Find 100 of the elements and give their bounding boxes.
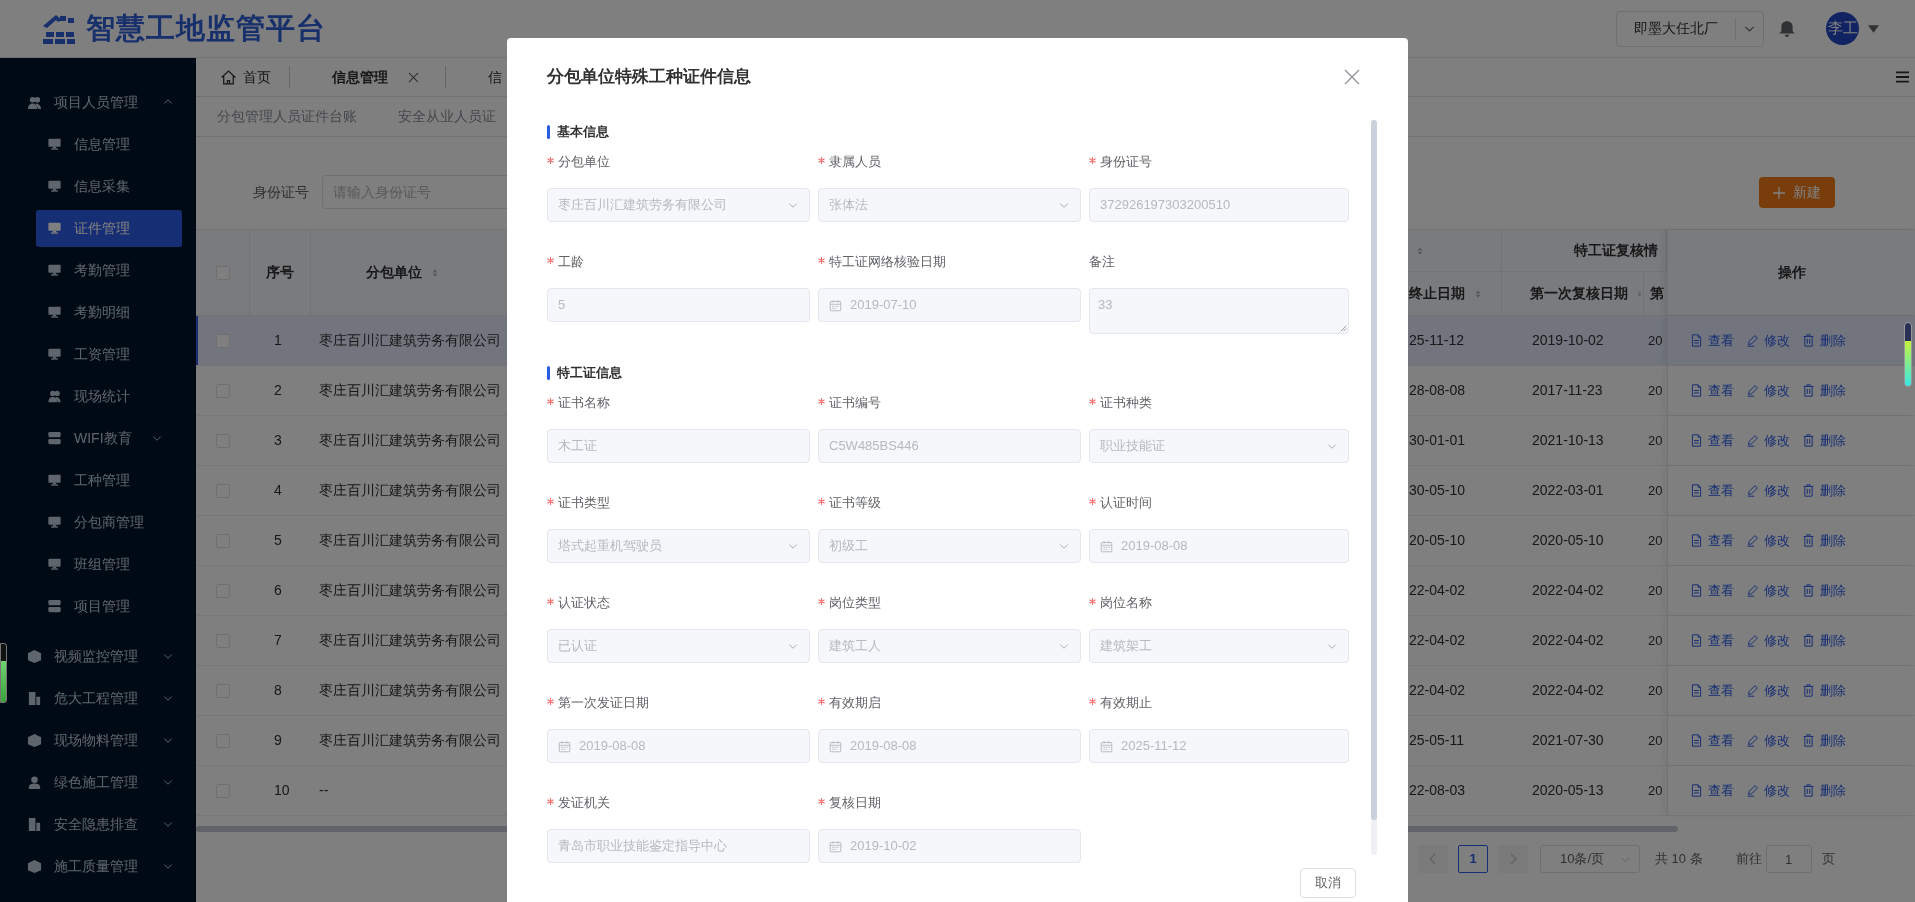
- close-icon[interactable]: [1344, 68, 1360, 85]
- trash-icon: [1802, 484, 1815, 497]
- action-link[interactable]: 修改: [1746, 730, 1790, 751]
- select-field: 建筑工人: [818, 629, 1081, 663]
- table-cell: 30-05-10: [1409, 482, 1466, 498]
- sidebar-item[interactable]: 信息采集: [36, 167, 182, 205]
- trash-icon: [1802, 334, 1815, 347]
- action-link[interactable]: 删除: [1802, 780, 1846, 801]
- sidebar-item[interactable]: 班组管理: [36, 545, 182, 583]
- action-link[interactable]: 修改: [1746, 330, 1790, 351]
- cube-icon: [27, 648, 42, 664]
- sidebar-group[interactable]: 施工质量管理: [0, 845, 196, 887]
- previous-page-icon[interactable]: [1418, 845, 1448, 873]
- sidebar-item[interactable]: 现场统计: [36, 377, 182, 415]
- field-label: 证书编号: [829, 394, 881, 413]
- date-field: 2019-08-08: [1089, 529, 1349, 563]
- new-button[interactable]: 新建: [1759, 177, 1835, 208]
- user-avatar[interactable]: 李工: [1826, 12, 1859, 45]
- table-cell: 10: [274, 782, 290, 798]
- table-cell: 20: [1648, 532, 1663, 548]
- calendar-icon: [829, 298, 842, 312]
- sidebar-item[interactable]: 工资管理: [36, 335, 182, 373]
- monitor-icon: [47, 347, 62, 361]
- sidebar-group[interactable]: 绿色施工管理: [0, 761, 196, 803]
- sidebar-item[interactable]: 分包商管理: [36, 503, 182, 541]
- trash-icon: [1802, 784, 1815, 797]
- action-link[interactable]: 修改: [1746, 530, 1790, 551]
- sidebar-item[interactable]: 信息管理: [36, 125, 182, 163]
- bell-icon[interactable]: [1778, 19, 1796, 38]
- action-link[interactable]: 删除: [1802, 380, 1846, 401]
- column-header[interactable]: 第一次复核日期: [1530, 283, 1628, 304]
- next-page-icon[interactable]: [1498, 845, 1528, 873]
- page-button[interactable]: 1: [1458, 845, 1488, 873]
- sub-tab[interactable]: 安全从业人员证: [398, 106, 496, 127]
- action-link[interactable]: 修改: [1746, 680, 1790, 701]
- action-link[interactable]: 查看: [1690, 730, 1734, 751]
- action-link[interactable]: 删除: [1802, 530, 1846, 551]
- action-link[interactable]: 查看: [1690, 330, 1734, 351]
- trash-icon: [1802, 584, 1815, 597]
- action-link[interactable]: 查看: [1690, 480, 1734, 501]
- document-icon: [1690, 484, 1703, 497]
- sidebar-group[interactable]: 项目人员管理: [0, 81, 196, 123]
- select-field: 张体法: [818, 188, 1081, 222]
- tab[interactable]: 信息管理: [296, 58, 439, 96]
- building-icon: [27, 816, 42, 832]
- column-header[interactable]: 分包单位: [366, 262, 422, 283]
- sidebar-item[interactable]: 项目管理: [36, 587, 182, 625]
- calendar-icon: [1100, 739, 1113, 753]
- action-link[interactable]: 查看: [1690, 630, 1734, 651]
- column-header[interactable]: 终止日期: [1409, 283, 1465, 304]
- action-link[interactable]: 删除: [1802, 680, 1846, 701]
- caret-down-icon[interactable]: [1868, 24, 1879, 33]
- table-cell: 枣庄百川汇建筑劳务有限公司: [319, 682, 501, 698]
- page-input[interactable]: 1: [1765, 845, 1812, 873]
- action-link[interactable]: 查看: [1690, 580, 1734, 601]
- action-link[interactable]: 修改: [1746, 630, 1790, 651]
- field-label: 岗位类型: [829, 594, 881, 613]
- sidebar-group[interactable]: 现场物料管理: [0, 719, 196, 761]
- input-field: 372926197303200510: [1089, 188, 1349, 222]
- action-link[interactable]: 修改: [1746, 380, 1790, 401]
- sidebar-item[interactable]: 考勤管理: [36, 251, 182, 289]
- action-link[interactable]: 修改: [1746, 780, 1790, 801]
- vertical-scrollbar[interactable]: [1371, 120, 1377, 820]
- action-link[interactable]: 删除: [1802, 480, 1846, 501]
- table-cell: 枣庄百川汇建筑劳务有限公司: [319, 432, 501, 448]
- table-cell: 5: [274, 532, 282, 548]
- action-link[interactable]: 删除: [1802, 430, 1846, 451]
- action-link[interactable]: 删除: [1802, 330, 1846, 351]
- asterisk-icon: [1089, 497, 1096, 505]
- sidebar-item[interactable]: WIFI教育: [36, 419, 182, 457]
- action-link[interactable]: 删除: [1802, 580, 1846, 601]
- action-link[interactable]: 查看: [1690, 530, 1734, 551]
- date-field: 2025-11-12: [1089, 729, 1349, 763]
- action-link[interactable]: 查看: [1690, 430, 1734, 451]
- action-link[interactable]: 修改: [1746, 430, 1790, 451]
- close-icon[interactable]: [408, 71, 419, 83]
- page-size-select[interactable]: 10条/页: [1540, 845, 1640, 873]
- menu-icon[interactable]: [1896, 71, 1909, 83]
- sidebar-item[interactable]: 工种管理: [36, 461, 182, 499]
- action-link[interactable]: 修改: [1746, 580, 1790, 601]
- tab[interactable]: 首页: [220, 58, 283, 96]
- site-select[interactable]: 即墨大任北厂: [1616, 10, 1764, 47]
- table-cell: 枣庄百川汇建筑劳务有限公司: [319, 582, 501, 598]
- input-field: 5: [547, 288, 810, 322]
- asterisk-icon: [547, 156, 554, 164]
- action-link[interactable]: 删除: [1802, 630, 1846, 651]
- action-link[interactable]: 查看: [1690, 680, 1734, 701]
- sidebar-group[interactable]: 安全隐患排查: [0, 803, 196, 845]
- asterisk-icon: [818, 797, 825, 805]
- date-field: 2019-08-08: [547, 729, 810, 763]
- table-cell: 20: [1648, 382, 1663, 398]
- table-cell: 4: [274, 482, 282, 498]
- pencil-icon: [1746, 734, 1759, 747]
- action-link[interactable]: 查看: [1690, 380, 1734, 401]
- action-link[interactable]: 查看: [1690, 780, 1734, 801]
- sidebar-item[interactable]: 考勤明细: [36, 293, 182, 331]
- sidebar-item[interactable]: 证件管理: [36, 209, 182, 247]
- cancel-button[interactable]: 取消: [1300, 868, 1356, 898]
- action-link[interactable]: 修改: [1746, 480, 1790, 501]
- action-link[interactable]: 删除: [1802, 730, 1846, 751]
